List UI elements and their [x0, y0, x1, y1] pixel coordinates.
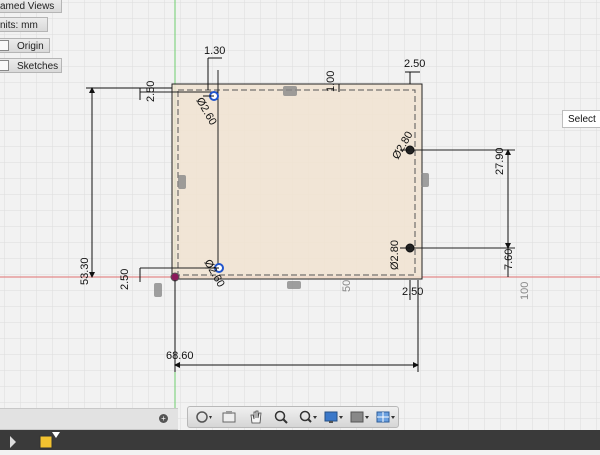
dim-right-bottom-small[interactable]: 7.60 — [503, 249, 515, 270]
navigation-toolbar — [187, 406, 399, 428]
timeline-bar — [0, 430, 600, 450]
select-tooltip: Select — [562, 110, 600, 128]
browser-units[interactable]: nits: mm — [0, 17, 48, 32]
dim-right-vertical[interactable]: 27.90 — [494, 147, 506, 175]
dim-top-inner[interactable]: 1.00 — [325, 71, 337, 92]
sketch-origin-point — [170, 272, 180, 282]
axis-label-50: 50 — [341, 280, 353, 292]
eye-icon[interactable] — [0, 60, 9, 71]
look-at-icon[interactable] — [220, 409, 240, 425]
pan-hand-icon[interactable] — [246, 409, 266, 425]
timeline-marker-icon[interactable] — [52, 432, 60, 438]
dim-left-top-offset[interactable]: 2.50 — [145, 81, 157, 102]
dim-bottom-right-offset[interactable]: 2.50 — [402, 286, 423, 298]
dim-left-total-height[interactable]: 53.30 — [79, 257, 91, 285]
zoom-window-icon[interactable] — [298, 409, 318, 425]
add-comment-icon[interactable]: + — [159, 414, 168, 423]
browser-units-label: nits: mm — [0, 20, 38, 31]
sketch-canvas[interactable]: 1.30 2.50 Ø2.60 1.00 2.50 Ø2.80 27.90 Ø2… — [0, 0, 600, 450]
browser-named-views-label: amed Views — [0, 1, 55, 12]
eye-icon[interactable] — [0, 40, 9, 51]
browser-sketches-label: Sketches — [17, 61, 59, 72]
browser-origin[interactable]: Origin — [0, 38, 50, 53]
dim-left-bottom-offset[interactable]: 2.50 — [119, 269, 131, 290]
timeline-play-icon[interactable] — [10, 436, 16, 448]
browser-sketches[interactable]: Sketches — [0, 58, 62, 73]
dim-top-left-offset[interactable]: 1.30 — [204, 45, 225, 57]
zoom-icon[interactable] — [272, 409, 292, 425]
dim-total-width[interactable]: 68.60 — [166, 350, 194, 362]
comments-panel-bar[interactable]: + — [0, 408, 178, 430]
timeline-sketch-icon[interactable] — [39, 435, 53, 449]
grid-settings-icon[interactable] — [376, 409, 396, 425]
select-tooltip-text: Select — [568, 114, 596, 125]
browser-origin-label: Origin — [17, 41, 44, 52]
display-settings-icon[interactable] — [324, 409, 344, 425]
browser-named-views[interactable]: amed Views — [0, 0, 62, 13]
dim-hole-right-bottom-dia[interactable]: Ø2.80 — [389, 240, 401, 270]
orbit-icon[interactable] — [194, 409, 214, 425]
axis-label-100: 100 — [519, 282, 531, 300]
dim-top-right-offset[interactable]: 2.50 — [404, 58, 425, 70]
visual-style-icon[interactable] — [350, 409, 370, 425]
